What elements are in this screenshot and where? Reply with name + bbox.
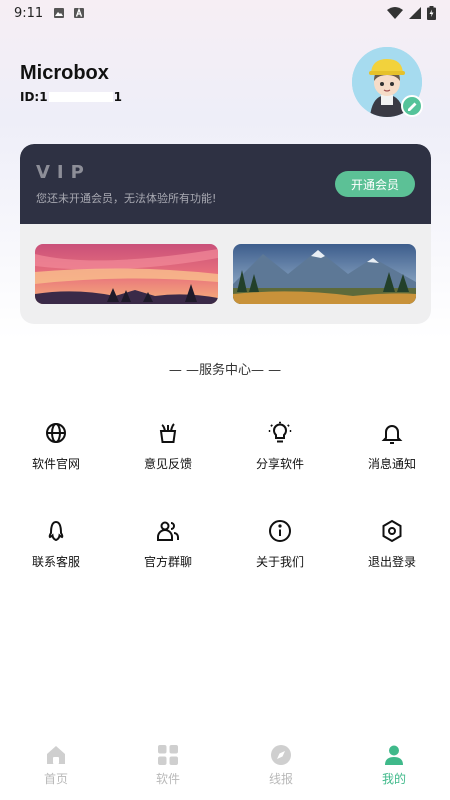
- info-icon: [269, 520, 291, 542]
- lightbulb-icon: [268, 421, 292, 443]
- service-notifications[interactable]: 消息通知: [337, 421, 447, 481]
- pencil-icon: [407, 102, 416, 111]
- nav-label: 线报: [268, 772, 293, 786]
- service-about-us[interactable]: 关于我们: [225, 519, 335, 579]
- service-label: 分享软件: [255, 457, 304, 471]
- service-label: 消息通知: [367, 457, 416, 471]
- globe-icon: [46, 423, 66, 443]
- service-group-chat[interactable]: 官方群聊: [113, 519, 223, 579]
- banner-mountains-image: [233, 244, 416, 304]
- open-vip-button[interactable]: 开通会员: [335, 171, 415, 197]
- vip-description: 您还未开通会员，无法体验所有功能!: [36, 192, 217, 205]
- service-label: 联系客服: [31, 555, 80, 569]
- status-bar: 9:11: [0, 0, 450, 26]
- profile-id: ID:1 1: [20, 90, 122, 104]
- nav-label: 首页: [43, 772, 68, 786]
- vip-title: VIP: [36, 162, 91, 183]
- service-center-title: — —服务中心— —: [168, 363, 282, 378]
- service-share[interactable]: 分享软件: [225, 421, 335, 481]
- vip-header: VIP 您还未开通会员，无法体验所有功能! 开通会员: [20, 144, 431, 224]
- person-icon: [385, 745, 403, 765]
- apps-grid-icon: [158, 745, 178, 765]
- service-label: 官方群聊: [143, 555, 192, 569]
- hexagon-icon: [382, 519, 402, 543]
- profile-id-prefix: ID:1: [20, 90, 48, 104]
- edit-avatar-button[interactable]: [401, 95, 423, 117]
- home-icon: [47, 746, 65, 764]
- bottom-nav: 首页 软件 线报 我的: [0, 736, 450, 800]
- profile-id-suffix: 1: [113, 90, 122, 104]
- service-feedback[interactable]: 意见反馈: [113, 421, 223, 481]
- nav-mine[interactable]: 我的: [338, 744, 450, 787]
- service-label: 退出登录: [367, 555, 416, 569]
- service-official-site[interactable]: 软件官网: [1, 421, 111, 481]
- service-customer-support[interactable]: 联系客服: [1, 519, 111, 579]
- banner-sunset-image: [35, 244, 218, 304]
- compass-icon: [271, 745, 291, 765]
- nav-label: 软件: [155, 772, 180, 786]
- id-redaction: [48, 92, 113, 102]
- feedback-icon: [159, 423, 177, 443]
- banner-mountains[interactable]: [233, 244, 416, 304]
- banner-sunset[interactable]: [35, 244, 218, 304]
- signal-icon: [409, 7, 421, 19]
- battery-icon: [427, 6, 436, 20]
- service-label: 意见反馈: [143, 457, 192, 471]
- group-icon: [157, 521, 179, 541]
- qq-icon: [48, 520, 64, 542]
- nav-deals[interactable]: 线报: [225, 744, 337, 787]
- vip-card: VIP 您还未开通会员，无法体验所有功能! 开通会员: [20, 144, 431, 324]
- nav-label: 我的: [381, 772, 406, 786]
- bell-icon: [381, 425, 403, 444]
- status-time: 9:11: [14, 5, 44, 21]
- service-logout[interactable]: 退出登录: [337, 519, 447, 579]
- service-label: 关于我们: [255, 555, 304, 569]
- a-box-icon: [74, 7, 85, 18]
- wifi-icon: [387, 7, 403, 19]
- service-label: 软件官网: [31, 457, 80, 471]
- image-icon: [54, 8, 65, 18]
- profile-name: Microbox: [20, 62, 109, 84]
- nav-home[interactable]: 首页: [0, 744, 112, 787]
- status-right: [387, 6, 436, 20]
- nav-software[interactable]: 软件: [112, 744, 224, 787]
